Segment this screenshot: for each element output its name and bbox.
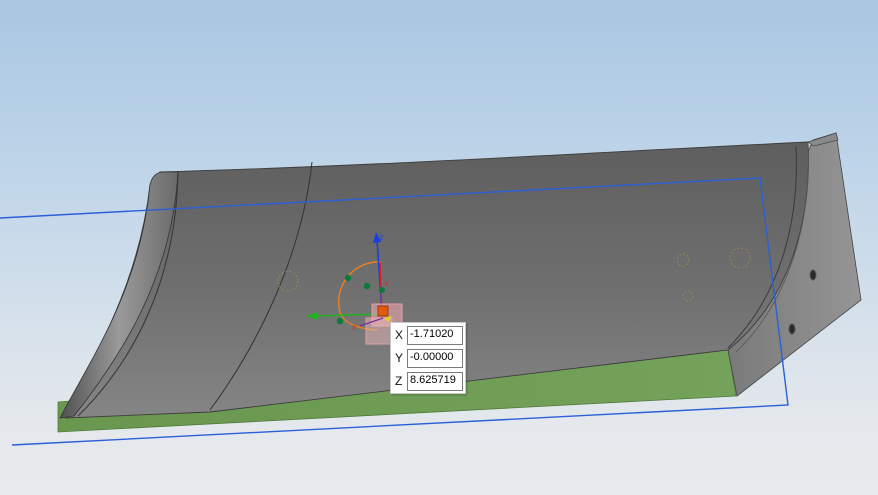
z-coordinate-label: Z xyxy=(395,374,403,388)
scene-canvas[interactable]: Z Y X xyxy=(0,0,878,495)
coordinate-row-y: Y -0.00000 xyxy=(391,348,465,370)
manipulator-x-label: X xyxy=(352,325,357,332)
rotate-handle-1[interactable] xyxy=(344,274,352,282)
x-coordinate-field[interactable]: -1.71020 xyxy=(407,326,463,345)
coordinate-entry-panel: X -1.71020 Y -0.00000 Z 8.625719 xyxy=(390,322,466,394)
manipulator-y-label: Y xyxy=(384,281,389,288)
manipulator-origin-cube[interactable] xyxy=(377,305,389,317)
plane-handle-xz[interactable] xyxy=(365,317,393,345)
3d-viewport[interactable]: Z Y X X -1.71020 Y -0.00000 Z 8.625719 xyxy=(0,0,878,495)
rotate-handle-3[interactable] xyxy=(336,317,344,325)
coordinate-row-x: X -1.71020 xyxy=(391,325,465,347)
rotate-handle-2[interactable] xyxy=(363,282,371,290)
y-coordinate-label: Y xyxy=(395,351,404,365)
x-coordinate-label: X xyxy=(395,328,404,342)
coordinate-row-z: Z 8.625719 xyxy=(391,371,465,393)
z-coordinate-field[interactable]: 8.625719 xyxy=(407,372,463,391)
side-hole-upper[interactable] xyxy=(809,269,817,281)
side-hole-lower[interactable] xyxy=(788,323,796,335)
y-coordinate-field[interactable]: -0.00000 xyxy=(407,349,463,368)
manipulator-z-label: Z xyxy=(379,235,384,242)
